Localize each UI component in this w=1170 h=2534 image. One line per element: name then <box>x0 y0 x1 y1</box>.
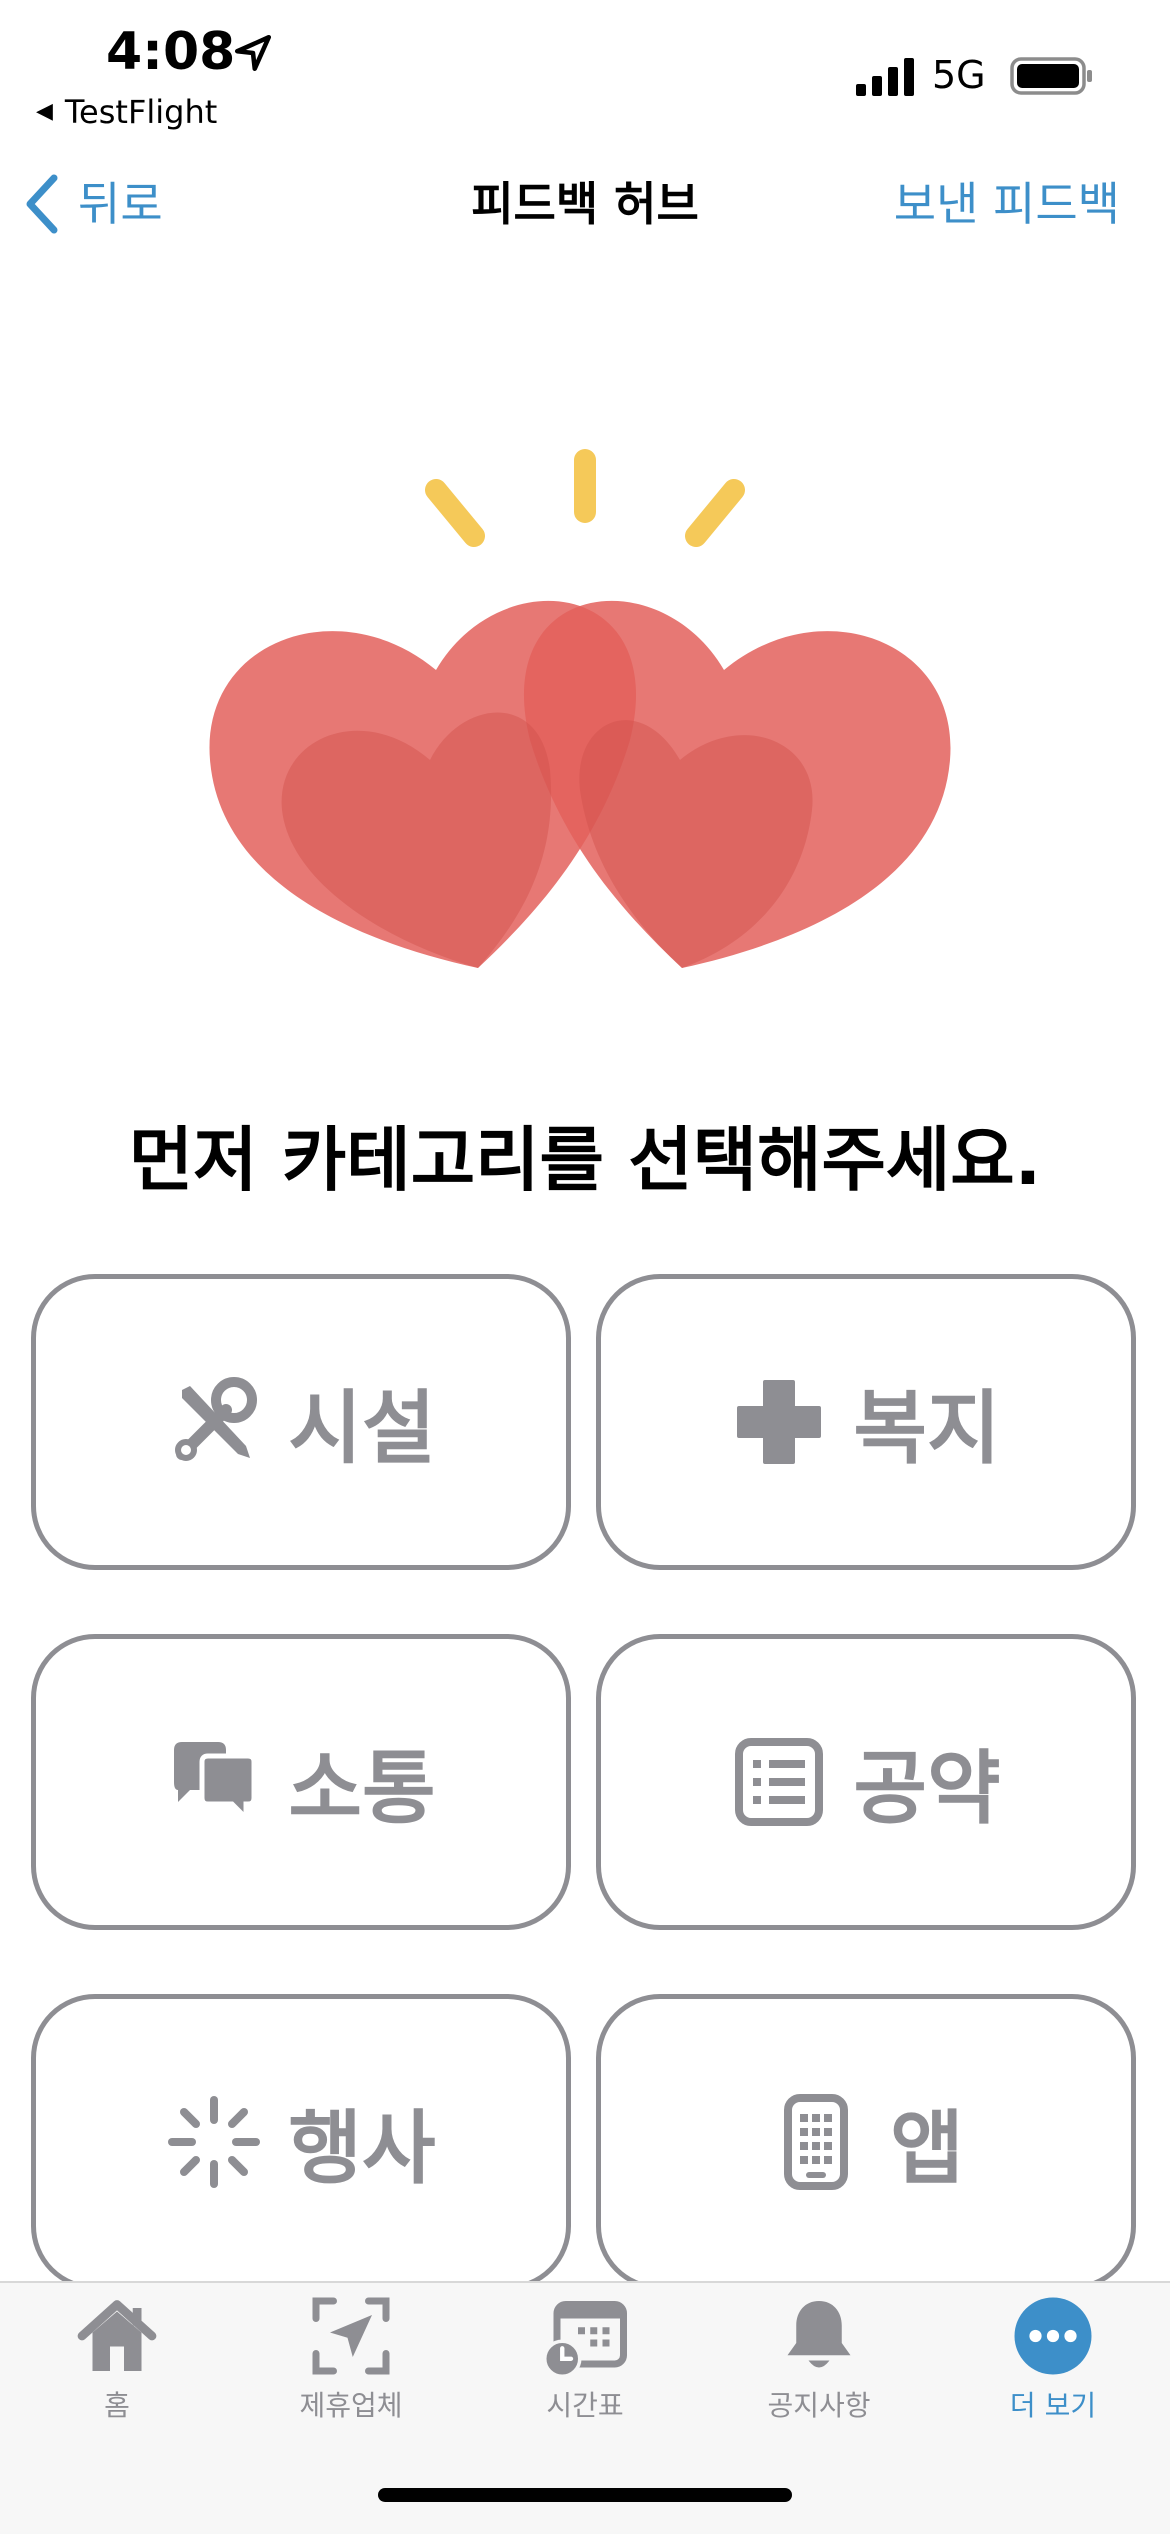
more-icon <box>1014 2297 1092 2375</box>
calendar-clock-icon <box>543 2301 627 2378</box>
tab-label: 홈 <box>104 2389 130 2422</box>
category-label: 소통 <box>288 1742 436 1835</box>
tab-label: 더 보기 <box>1009 2389 1097 2422</box>
back-to-app-link[interactable]: ◀ TestFlight <box>36 92 217 132</box>
phone-app-icon <box>784 2094 849 2190</box>
cellular-signal-icon <box>856 58 914 96</box>
sparkle-icon <box>168 2096 261 2188</box>
tab-partners[interactable]: 제휴업체 <box>234 2294 468 2444</box>
tab-label: 제휴업체 <box>299 2389 403 2422</box>
category-communication-button[interactable]: 소통 <box>31 1634 571 1930</box>
chat-bubbles-icon <box>174 1742 257 1825</box>
nav-back-button[interactable]: 뒤로 <box>24 172 163 236</box>
chevron-left-icon <box>26 174 58 234</box>
category-label: 공약 <box>853 1742 1001 1835</box>
category-label: 앱 <box>890 2102 964 2195</box>
nav-back-label: 뒤로 <box>78 177 163 231</box>
category-facility-button[interactable]: 시설 <box>31 1274 571 1570</box>
location-scan-icon <box>312 2297 390 2375</box>
network-type: 5G <box>932 53 986 97</box>
status-time: 4:08 <box>106 22 236 82</box>
hearts-illustration <box>209 449 951 968</box>
category-pledge-button[interactable]: 공약 <box>596 1634 1136 1930</box>
back-app-label: TestFlight <box>64 93 218 131</box>
category-label: 행사 <box>288 2102 436 2195</box>
category-label: 시설 <box>288 1382 436 1475</box>
category-app-button[interactable]: 앱 <box>596 1994 1136 2290</box>
bell-icon <box>787 2301 851 2368</box>
tab-home[interactable]: 홈 <box>0 2294 234 2444</box>
tab-timetable[interactable]: 시간표 <box>468 2294 702 2444</box>
home-indicator[interactable] <box>378 2488 792 2502</box>
tab-more[interactable]: 더 보기 <box>936 2294 1170 2444</box>
category-welfare-button[interactable]: 복지 <box>596 1274 1136 1570</box>
sent-feedback-button[interactable]: 보낸 피드백 <box>894 172 1120 236</box>
category-label: 복지 <box>853 1382 1001 1475</box>
list-document-icon <box>735 1738 824 1826</box>
tab-notices[interactable]: 공지사항 <box>702 2294 936 2444</box>
category-event-button[interactable]: 행사 <box>31 1994 571 2290</box>
tools-icon <box>175 1377 258 1461</box>
battery-icon <box>1010 57 1092 95</box>
tab-label: 시간표 <box>546 2389 624 2422</box>
plus-cross-icon <box>737 1380 822 1464</box>
home-icon <box>77 2300 157 2371</box>
location-arrow-icon <box>234 34 272 72</box>
category-prompt: 먼저 카테고리를 선택해주세요. <box>128 1119 1042 1201</box>
tab-label: 공지사항 <box>767 2389 871 2422</box>
back-triangle-icon: ◀ <box>36 99 53 124</box>
